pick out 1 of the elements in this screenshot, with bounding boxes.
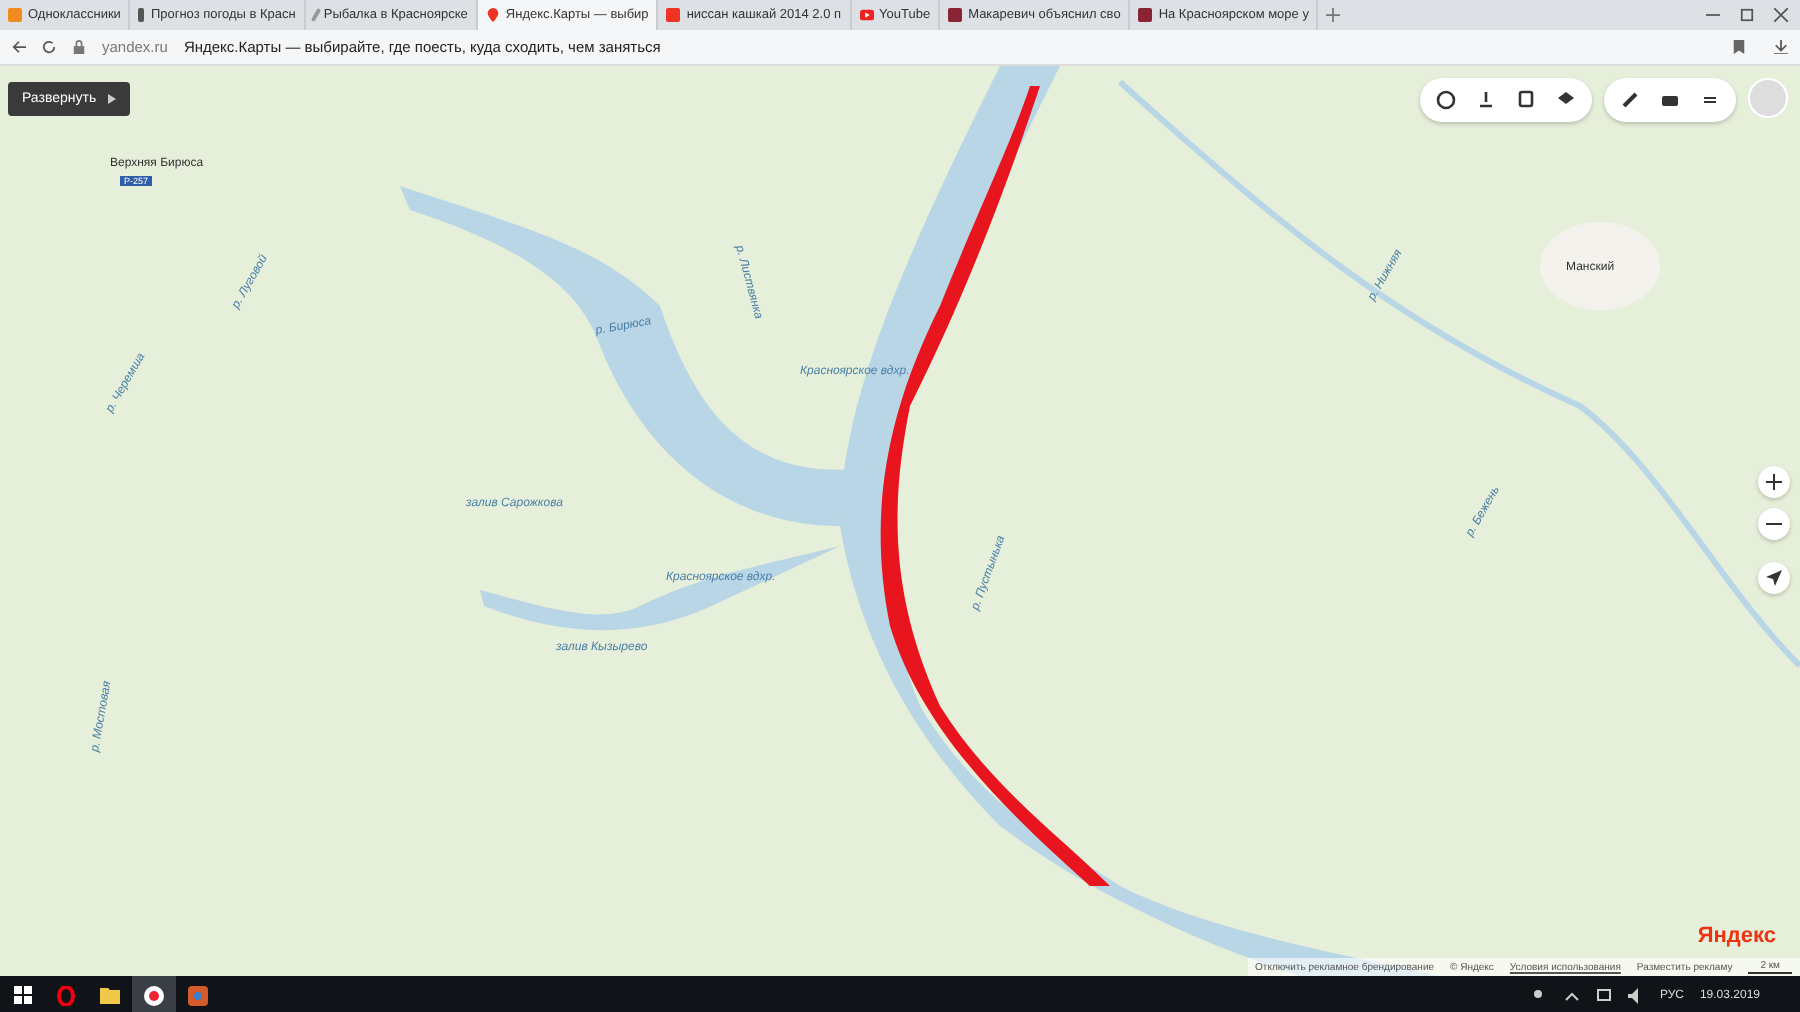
- map-logo: Яндекс: [1697, 924, 1776, 948]
